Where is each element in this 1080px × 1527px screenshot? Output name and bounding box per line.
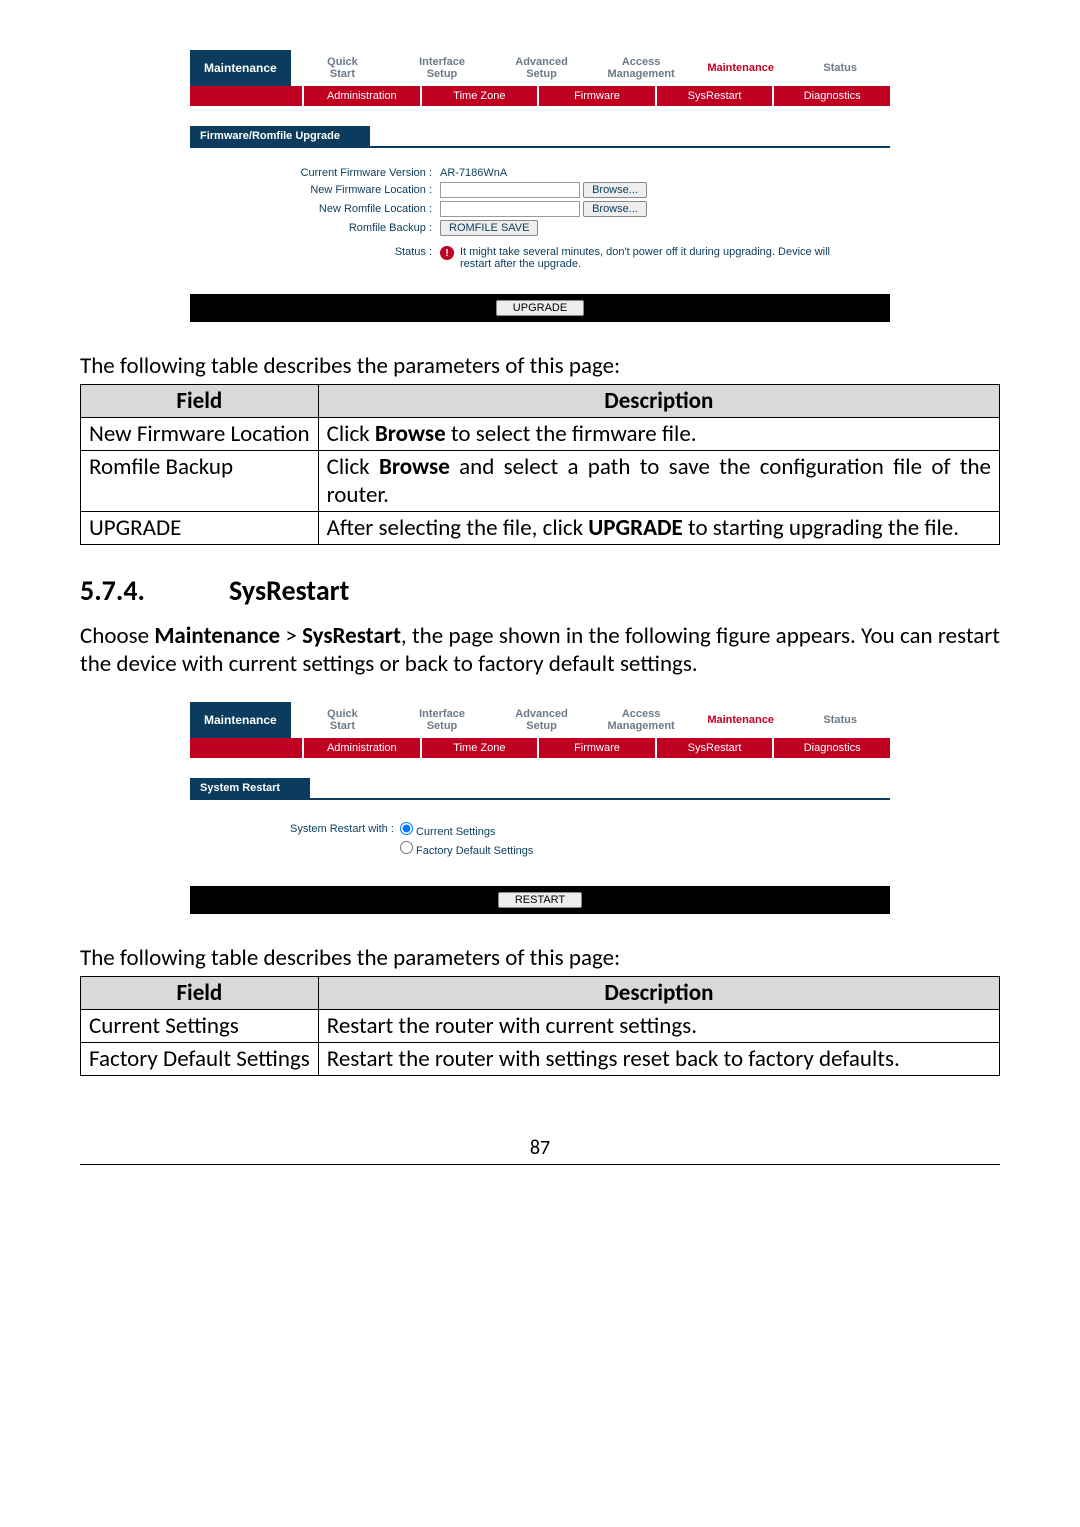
tab-label: Advanced Setup bbox=[502, 56, 582, 80]
main-tab-row: Maintenance Quick Start Interface Setup … bbox=[190, 702, 890, 738]
subtab-sysrestart[interactable]: SysRestart bbox=[655, 86, 773, 106]
page-footer: 87 bbox=[80, 1136, 1000, 1165]
sub-tab-row: Administration Time Zone Firmware SysRes… bbox=[190, 738, 890, 758]
tab-label: Interface Setup bbox=[402, 708, 482, 732]
radio-current-settings[interactable]: Current Settings bbox=[400, 822, 533, 838]
bottom-action-bar: UPGRADE bbox=[190, 294, 890, 322]
new-firmware-label: New Firmware Location : bbox=[190, 184, 440, 196]
table-header: Field bbox=[81, 977, 319, 1010]
browse-romfile-button[interactable]: Browse... bbox=[583, 201, 647, 217]
intro-text-2: The following table describes the parame… bbox=[80, 944, 1000, 972]
desc-cell: After selecting the file, click UPGRADE … bbox=[318, 512, 999, 545]
tab-label: Access Management bbox=[601, 708, 681, 732]
field-cell: Factory Default Settings bbox=[81, 1043, 319, 1076]
table-row: Current Settings Restart the router with… bbox=[81, 1010, 1000, 1043]
tab-label: Maintenance bbox=[701, 714, 781, 726]
warning-icon: ! bbox=[440, 246, 454, 260]
intro-text-1: The following table describes the parame… bbox=[80, 352, 1000, 380]
subtab-time-zone[interactable]: Time Zone bbox=[420, 738, 538, 758]
subtab-sysrestart[interactable]: SysRestart bbox=[655, 738, 773, 758]
desc-cell: Click Browse and select a path to save t… bbox=[318, 451, 999, 512]
sidebar-label: Maintenance bbox=[190, 50, 293, 86]
sidebar-label: Maintenance bbox=[190, 702, 293, 738]
radio-label: Factory Default Settings bbox=[416, 845, 533, 857]
tab-quick-start[interactable]: Quick Start bbox=[293, 702, 393, 738]
browse-firmware-button[interactable]: Browse... bbox=[583, 182, 647, 198]
subtab-administration[interactable]: Administration bbox=[302, 86, 420, 106]
desc-cell: Restart the router with current settings… bbox=[318, 1010, 999, 1043]
tab-access-management[interactable]: Access Management bbox=[591, 50, 691, 86]
restart-options: System Restart with : Current Settings F… bbox=[290, 812, 890, 870]
sysrestart-paragraph: Choose Maintenance > SysRestart, the pag… bbox=[80, 622, 1000, 678]
firmware-form: Current Firmware Version : AR-7186WnA Ne… bbox=[190, 160, 890, 278]
field-cell: Romfile Backup bbox=[81, 451, 319, 512]
tab-access-management[interactable]: Access Management bbox=[591, 702, 691, 738]
tab-advanced-setup[interactable]: Advanced Setup bbox=[492, 50, 592, 86]
heading-title: SysRestart bbox=[229, 573, 349, 608]
heading-number: 5.7.4. bbox=[80, 573, 145, 608]
table-header: Description bbox=[318, 977, 999, 1010]
radio-current-input[interactable] bbox=[400, 822, 413, 835]
section-title: Firmware/Romfile Upgrade bbox=[190, 126, 370, 146]
main-tab-row: Maintenance Quick Start Interface Setup … bbox=[190, 50, 890, 86]
tab-status[interactable]: Status bbox=[790, 702, 890, 738]
radio-factory-input[interactable] bbox=[400, 841, 413, 854]
subtab-diagnostics[interactable]: Diagnostics bbox=[772, 738, 890, 758]
subtab-time-zone[interactable]: Time Zone bbox=[420, 86, 538, 106]
radio-factory-default[interactable]: Factory Default Settings bbox=[400, 841, 533, 857]
romfile-save-button[interactable]: ROMFILE SAVE bbox=[440, 220, 538, 236]
restart-button[interactable]: RESTART bbox=[498, 892, 582, 908]
subtab-firmware[interactable]: Firmware bbox=[537, 738, 655, 758]
table-row: Romfile Backup Click Browse and select a… bbox=[81, 451, 1000, 512]
current-version-label: Current Firmware Version : bbox=[190, 167, 440, 179]
tab-label: Status bbox=[800, 714, 880, 726]
tab-label: Interface Setup bbox=[402, 56, 482, 80]
romfile-backup-label: Romfile Backup : bbox=[190, 222, 440, 234]
new-firmware-input[interactable] bbox=[440, 182, 580, 198]
section-title: System Restart bbox=[190, 778, 310, 798]
field-cell: Current Settings bbox=[81, 1010, 319, 1043]
desc-cell: Click Browse to select the firmware file… bbox=[318, 418, 999, 451]
tab-label: Advanced Setup bbox=[502, 708, 582, 732]
current-version-value: AR-7186WnA bbox=[440, 167, 507, 179]
subtab-firmware[interactable]: Firmware bbox=[537, 86, 655, 106]
new-romfile-input[interactable] bbox=[440, 201, 580, 217]
status-text: It might take several minutes, don't pow… bbox=[460, 246, 840, 270]
section-heading-sysrestart: 5.7.4. SysRestart bbox=[80, 573, 1000, 608]
tab-label: Maintenance bbox=[701, 62, 781, 74]
parameter-table-1: Field Description New Firmware Location … bbox=[80, 384, 1000, 545]
parameter-table-2: Field Description Current Settings Resta… bbox=[80, 976, 1000, 1076]
table-row: Factory Default Settings Restart the rou… bbox=[81, 1043, 1000, 1076]
tab-label: Access Management bbox=[601, 56, 681, 80]
upgrade-button[interactable]: UPGRADE bbox=[496, 300, 584, 316]
tab-status[interactable]: Status bbox=[790, 50, 890, 86]
tab-interface-setup[interactable]: Interface Setup bbox=[392, 50, 492, 86]
restart-with-label: System Restart with : bbox=[290, 822, 394, 835]
tab-label: Quick Start bbox=[303, 56, 383, 80]
subtab-diagnostics[interactable]: Diagnostics bbox=[772, 86, 890, 106]
tab-maintenance[interactable]: Maintenance bbox=[691, 50, 791, 86]
bottom-action-bar: RESTART bbox=[190, 886, 890, 914]
field-cell: New Firmware Location bbox=[81, 418, 319, 451]
tab-label: Quick Start bbox=[303, 708, 383, 732]
subtab-administration[interactable]: Administration bbox=[302, 738, 420, 758]
status-label: Status : bbox=[190, 246, 440, 270]
sysrestart-screenshot: Maintenance Quick Start Interface Setup … bbox=[190, 702, 890, 914]
new-romfile-label: New Romfile Location : bbox=[190, 203, 440, 215]
table-header: Description bbox=[318, 385, 999, 418]
table-row: UPGRADE After selecting the file, click … bbox=[81, 512, 1000, 545]
tab-quick-start[interactable]: Quick Start bbox=[293, 50, 393, 86]
firmware-upgrade-screenshot: Maintenance Quick Start Interface Setup … bbox=[190, 50, 890, 322]
desc-cell: Restart the router with settings reset b… bbox=[318, 1043, 999, 1076]
table-row: New Firmware Location Click Browse to se… bbox=[81, 418, 1000, 451]
tab-maintenance[interactable]: Maintenance bbox=[691, 702, 791, 738]
table-header: Field bbox=[81, 385, 319, 418]
radio-label: Current Settings bbox=[416, 826, 495, 838]
field-cell: UPGRADE bbox=[81, 512, 319, 545]
tab-advanced-setup[interactable]: Advanced Setup bbox=[492, 702, 592, 738]
tab-label: Status bbox=[800, 62, 880, 74]
page-number: 87 bbox=[530, 1136, 550, 1160]
tab-interface-setup[interactable]: Interface Setup bbox=[392, 702, 492, 738]
sub-tab-row: Administration Time Zone Firmware SysRes… bbox=[190, 86, 890, 106]
